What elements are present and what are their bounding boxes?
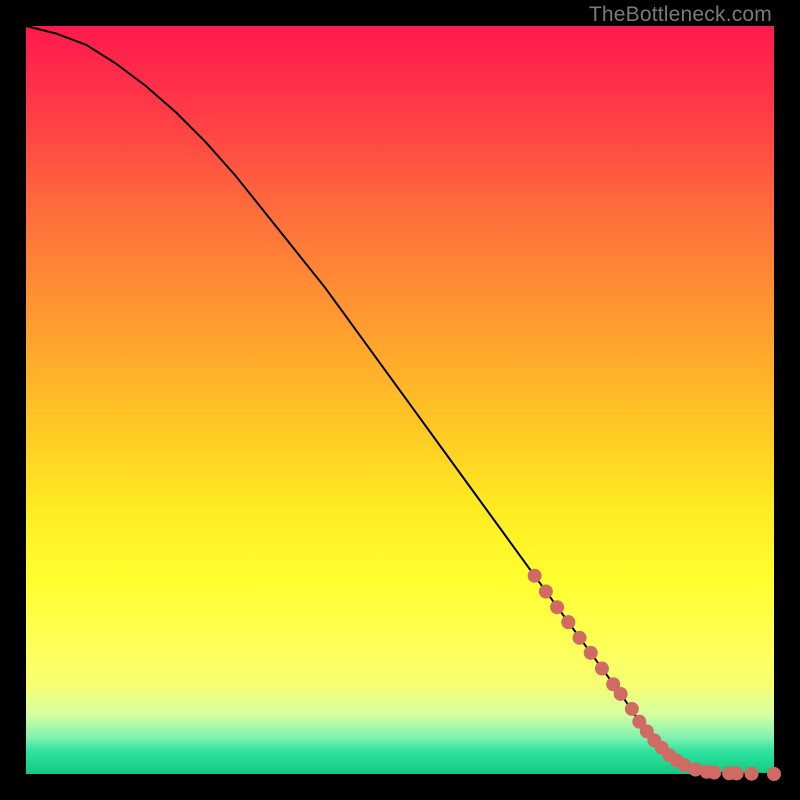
chart-svg (26, 26, 774, 774)
data-marker (561, 615, 575, 629)
data-marker (730, 766, 744, 780)
data-marker (584, 646, 598, 660)
data-marker (595, 662, 609, 676)
data-marker (528, 569, 542, 583)
data-marker (539, 584, 553, 598)
watermark-text: TheBottleneck.com (589, 3, 772, 27)
data-marker (625, 702, 639, 716)
markers-group (528, 569, 781, 781)
data-marker (550, 600, 564, 614)
data-marker (745, 767, 759, 781)
data-marker (614, 687, 628, 701)
data-marker (573, 631, 587, 645)
outer-frame: TheBottleneck.com (0, 0, 800, 800)
data-marker (707, 766, 721, 780)
curve-line (26, 26, 774, 774)
data-marker (767, 767, 781, 781)
